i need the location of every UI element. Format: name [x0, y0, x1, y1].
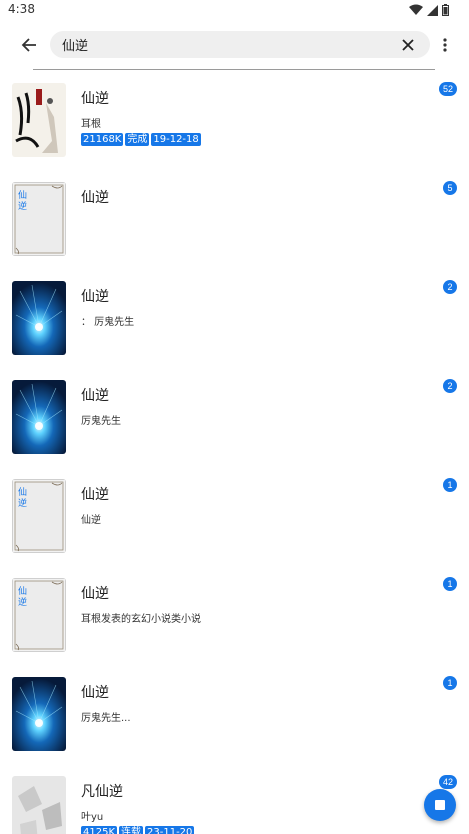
arrow-back-icon [21, 38, 36, 52]
book-title: 仙逆 [81, 289, 109, 305]
book-title: 仙逆 [81, 487, 109, 503]
search-input[interactable] [62, 31, 382, 58]
source-count-badge: 1 [443, 676, 457, 690]
cover-title-text: 逆 [18, 497, 27, 509]
book-author: 厉鬼先生... [81, 713, 131, 724]
stop-search-button[interactable] [424, 789, 456, 821]
book-title: 凡仙逆 [81, 784, 123, 800]
book-cover [12, 776, 66, 834]
book-tags: 21168K 完成 19-12-18 [81, 133, 201, 146]
book-tag: 23-11-20 [145, 826, 195, 834]
close-icon [402, 39, 414, 51]
status-icons [409, 3, 449, 17]
book-author: 厉鬼先生 [81, 416, 121, 427]
book-cover [12, 380, 66, 454]
clear-search-button[interactable] [398, 35, 418, 55]
status-time: 4:38 [8, 2, 35, 16]
book-tag: 完成 [125, 133, 150, 146]
search-result-item[interactable]: 仙逆厉鬼先生... 1 [0, 664, 469, 763]
book-tag: 4125K [81, 826, 118, 834]
search-result-item[interactable]: 仙逆仙逆 耳根发表的玄幻小说类小说 1 [0, 565, 469, 664]
source-count-badge: 2 [443, 379, 457, 393]
search-result-item[interactable]: 仙逆仙逆 5 [0, 169, 469, 268]
book-tags: 4125K 连载 23-11-20 [81, 826, 195, 834]
book-title: 仙逆 [81, 190, 109, 206]
book-author: 叶yu [81, 812, 104, 823]
book-title: 仙逆 [81, 685, 109, 701]
book-title: 仙逆 [81, 388, 109, 404]
source-count-badge: 42 [438, 775, 457, 789]
search-result-item[interactable]: 仙逆耳根 21168K 完成 19-12-18 52 [0, 70, 469, 169]
book-title: 仙逆 [81, 91, 109, 107]
more-vert-icon [443, 38, 447, 52]
book-cover: 仙逆 [12, 479, 66, 553]
book-author: 耳根发表的玄幻小说类小说 [81, 614, 201, 625]
book-title: 仙逆 [81, 586, 109, 602]
book-cover [12, 83, 66, 157]
book-author: 仙逆 [81, 515, 101, 526]
book-tag: 21168K [81, 133, 124, 146]
source-count-badge: 1 [443, 577, 457, 591]
search-result-list[interactable]: 仙逆 耳根 21168K 完成 19-12-18 52 仙逆仙逆 5 仙逆： 厉鬼先生 2 仙逆 厉鬼… [0, 70, 469, 834]
book-author: ： 厉鬼先生 [81, 317, 135, 328]
battery-icon [442, 4, 449, 16]
wifi-icon [409, 4, 423, 15]
search-result-item[interactable]: 凡仙逆叶yu 4125K 连载 23-11-20 42 [0, 763, 469, 834]
more-options-button[interactable] [436, 33, 454, 57]
search-toolbar [0, 20, 469, 70]
cover-title-text: 逆 [18, 596, 27, 608]
book-author: 耳根 [81, 119, 101, 130]
back-button[interactable] [14, 30, 44, 60]
cell-signal-icon [427, 4, 438, 16]
cover-title-text: 仙 [18, 585, 27, 597]
cover-title-text: 仙 [18, 486, 27, 498]
search-box [50, 31, 430, 58]
source-count-badge: 5 [443, 181, 457, 195]
search-result-item[interactable]: 仙逆厉鬼先生 2 [0, 367, 469, 466]
book-cover [12, 677, 66, 751]
stop-icon [435, 800, 445, 810]
source-count-badge: 2 [443, 280, 457, 294]
source-count-badge: 52 [438, 82, 457, 96]
book-cover: 仙逆 [12, 578, 66, 652]
status-bar: 4:38 [0, 0, 469, 20]
source-count-badge: 1 [443, 478, 457, 492]
cover-title-text: 仙 [18, 189, 27, 201]
book-cover: 仙逆 [12, 182, 66, 256]
book-tag: 连载 [119, 826, 144, 834]
search-result-item[interactable]: 仙逆 ： 厉鬼先生 2 [0, 268, 469, 367]
book-tag: 19-12-18 [151, 133, 201, 146]
cover-title-text: 逆 [18, 200, 27, 212]
book-cover [12, 281, 66, 355]
search-result-item[interactable]: 仙逆仙逆 仙逆 1 [0, 466, 469, 565]
